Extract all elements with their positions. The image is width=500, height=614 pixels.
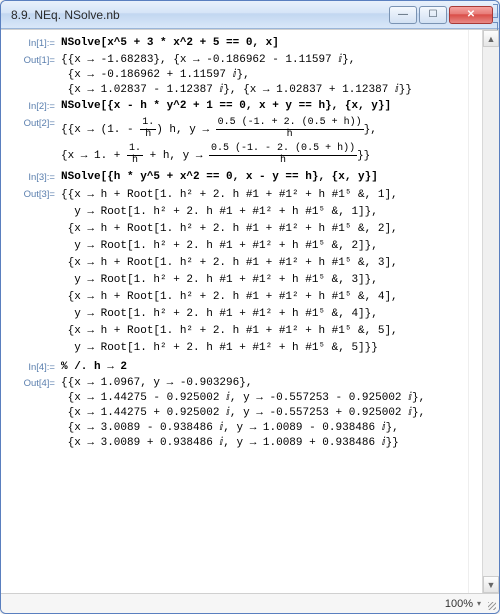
fraction: 0.5 (-1. - 2. (0.5 + h))h	[209, 144, 357, 166]
maximize-button[interactable]: ☐	[419, 6, 447, 24]
cell-label-in4: In[4]:=	[7, 360, 61, 375]
cell-bracket-column[interactable]	[468, 30, 482, 593]
client-area: In[1]:= NSolve[x^5 + 3 * x^2 + 5 == 0, x…	[1, 29, 499, 613]
minimize-button[interactable]: —	[389, 6, 417, 24]
window-buttons: — ☐ ✕	[389, 6, 493, 24]
titlebar[interactable]: 8.9. NEq. NSolve.nb — ☐ ✕	[1, 1, 499, 29]
cell-out2[interactable]: {{x → (1. - 1.h) h, y → 0.5 (-1. + 2. (0…	[61, 116, 468, 168]
close-button[interactable]: ✕	[449, 6, 493, 24]
window-title: 8.9. NEq. NSolve.nb	[11, 8, 389, 22]
fraction: 0.5 (-1. + 2. (0.5 + h))h	[216, 118, 364, 140]
cell-in1[interactable]: NSolve[x^5 + 3 * x^2 + 5 == 0, x]	[61, 36, 468, 51]
cell-out4[interactable]: {{x → 1.0967, y → -0.903296}, {x → 1.442…	[61, 376, 468, 450]
notebook-body[interactable]: In[1]:= NSolve[x^5 + 3 * x^2 + 5 == 0, x…	[1, 30, 468, 593]
cell-label-out4: Out[4]=	[7, 376, 61, 391]
cell-in4[interactable]: % /. h → 2	[61, 360, 468, 375]
scroll-up-icon[interactable]: ▲	[483, 30, 499, 47]
fraction: 1.h	[140, 118, 156, 140]
notebook-wrap: In[1]:= NSolve[x^5 + 3 * x^2 + 5 == 0, x…	[1, 29, 499, 593]
cell-out1[interactable]: {{x → -1.68283}, {x → -0.186962 - 1.1159…	[61, 53, 468, 98]
cell-label-out1: Out[1]=	[7, 53, 61, 68]
notebook-window: 8.9. NEq. NSolve.nb — ☐ ✕ In[1]:= NSolve…	[0, 0, 500, 614]
cell-label-in3: In[3]:=	[7, 170, 61, 185]
cell-label-out3: Out[3]=	[7, 187, 61, 202]
cell-in3[interactable]: NSolve[{h * y^5 + x^2 == 0, x - y == h},…	[61, 170, 468, 185]
vertical-scrollbar[interactable]: ▲ ▼	[482, 30, 499, 593]
fraction: 1.h	[127, 144, 143, 166]
cell-label-out2: Out[2]=	[7, 116, 61, 131]
cell-in2[interactable]: NSolve[{x - h * y^2 + 1 == 0, x + y == h…	[61, 99, 468, 114]
cell-label-in2: In[2]:=	[7, 99, 61, 114]
zoom-dropdown-icon[interactable]: ▾	[477, 599, 481, 608]
cell-bracket[interactable]	[493, 4, 498, 18]
cell-out3[interactable]: {{x → h + Root[1. h² + 2. h #1 + #1² + h…	[61, 187, 468, 357]
zoom-level[interactable]: 100%	[445, 598, 473, 610]
scroll-down-icon[interactable]: ▼	[483, 576, 499, 593]
cell-label-in1: In[1]:=	[7, 36, 61, 51]
status-bar: 100% ▾	[1, 593, 499, 613]
